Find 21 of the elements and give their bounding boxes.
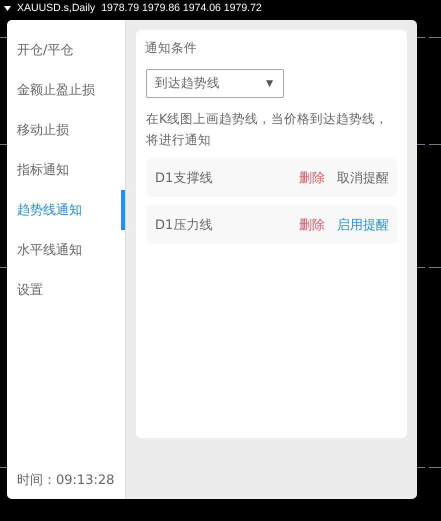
delete-link[interactable]: 删除 (299, 168, 325, 186)
line-name: D1压力线 (155, 216, 214, 234)
description-text: 在K线图上画趋势线，当价格到达趋势线，将进行通知 (146, 110, 390, 149)
time-label: 时间：09:13:28 (16, 472, 116, 489)
alert-toggle-link[interactable]: 取消提醒 (337, 168, 389, 186)
symbol-label: XAUUSD.s,Daily (17, 2, 96, 14)
delete-link[interactable]: 删除 (299, 216, 325, 234)
line-name: D1支撑线 (155, 170, 214, 186)
triangle-icon[interactable] (4, 6, 11, 10)
condition-dropdown[interactable]: 到达趋势线 ▼ (146, 69, 284, 98)
sidebar-item[interactable]: 移动止损 (7, 110, 125, 150)
caret-icon: ▼ (266, 78, 273, 88)
alert-toggle-link[interactable]: 启用提醒 (337, 216, 389, 234)
section-title: 通知条件 (145, 40, 198, 57)
sidebar-item[interactable]: 水平线通知 (7, 230, 125, 270)
sidebar-item[interactable]: 设置 (7, 270, 125, 310)
sidebar-item[interactable]: 趋势线通知 (7, 190, 125, 230)
price-values: 1978.79 1979.86 1974.06 1979.72 (101, 2, 262, 14)
sidebar-item[interactable]: 金额止盈止损 (7, 70, 125, 110)
sidebar-item[interactable]: 开仓/平仓 (7, 30, 125, 70)
sidebar-item[interactable]: 指标通知 (7, 150, 125, 190)
